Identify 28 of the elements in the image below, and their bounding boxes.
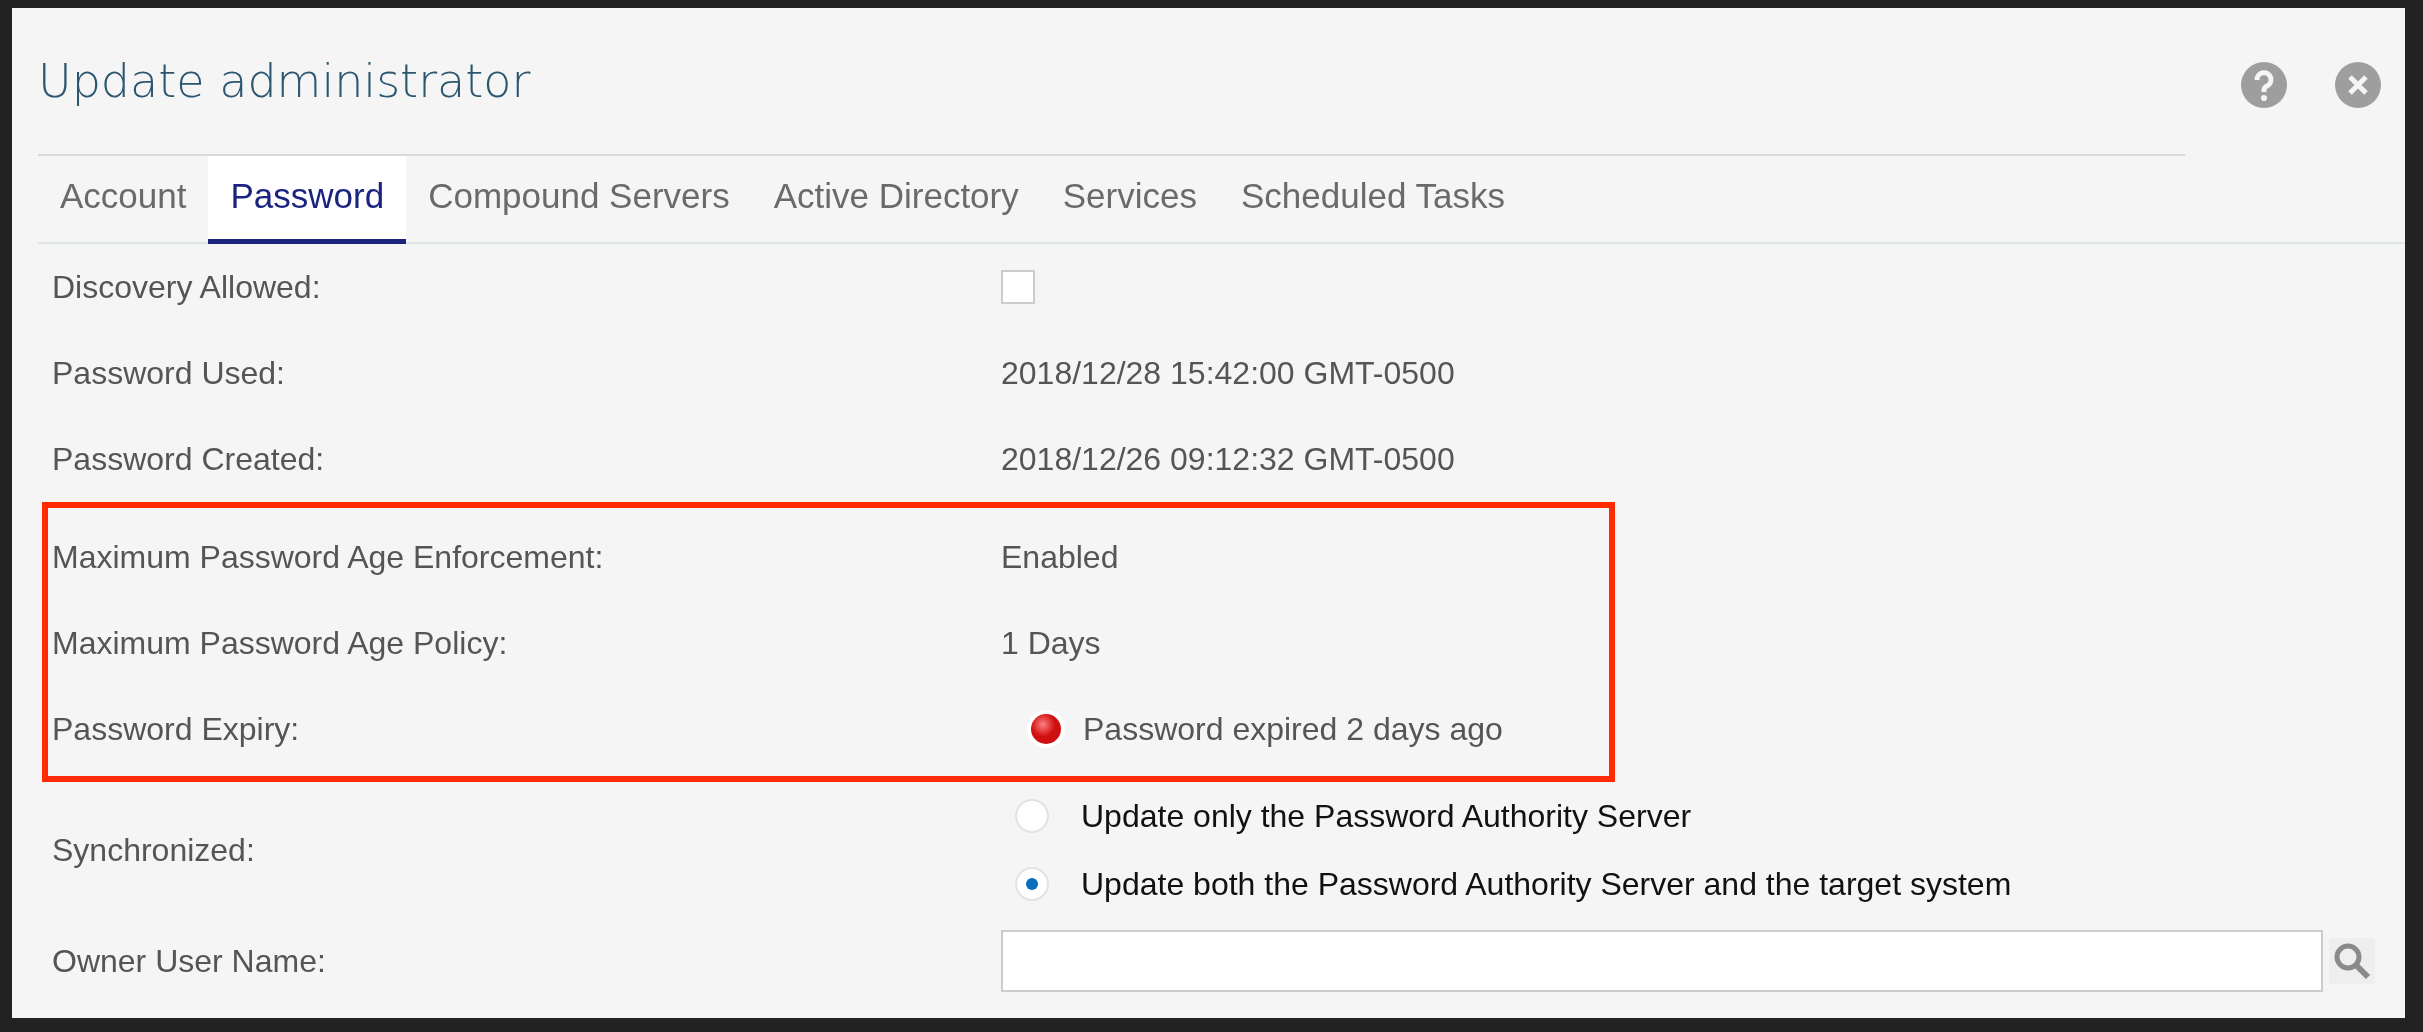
radio-label: Update only the Password Authority Server — [1081, 796, 1692, 836]
field-label: Synchronized: — [51, 830, 256, 870]
tab[interactable]: Compound Servers — [406, 156, 752, 244]
radio-label: Update both the Password Authority Server and the target system — [1081, 864, 2012, 904]
field-label: Discovery Allowed: — [51, 267, 322, 307]
field-value: Enabled — [1001, 537, 1119, 577]
field-value: 2018/12/28 15:42:00 GMT-0500 — [1001, 353, 1455, 393]
tab[interactable]: Password — [208, 156, 407, 244]
field-label: Maximum Password Age Enforcement: — [51, 537, 605, 577]
tab[interactable]: Scheduled Tasks — [1218, 156, 1527, 244]
status-text: Password expired 2 days ago — [1083, 709, 1503, 749]
field-label: Password Used: — [51, 353, 286, 393]
tab[interactable]: Active Directory — [751, 156, 1041, 244]
field-label: Owner User Name: — [51, 941, 327, 981]
checkbox[interactable] — [1001, 269, 1035, 304]
field-label: Password Created: — [51, 439, 326, 479]
field-value: 1 Days — [1001, 623, 1101, 663]
field-value: 2018/12/26 09:12:32 GMT-0500 — [1001, 439, 1455, 479]
help-icon[interactable] — [2241, 62, 2287, 108]
input-field[interactable] — [1001, 929, 2323, 992]
tab[interactable]: Account — [38, 156, 209, 244]
field-label: Password Expiry: — [51, 709, 301, 749]
radio-button[interactable] — [1015, 866, 1049, 901]
tab[interactable]: Services — [1040, 156, 1219, 244]
close-icon[interactable] — [2335, 62, 2381, 108]
field-label: Maximum Password Age Policy: — [51, 623, 509, 663]
radio-button[interactable] — [1015, 798, 1049, 833]
window-title: Update administrator — [38, 52, 531, 110]
